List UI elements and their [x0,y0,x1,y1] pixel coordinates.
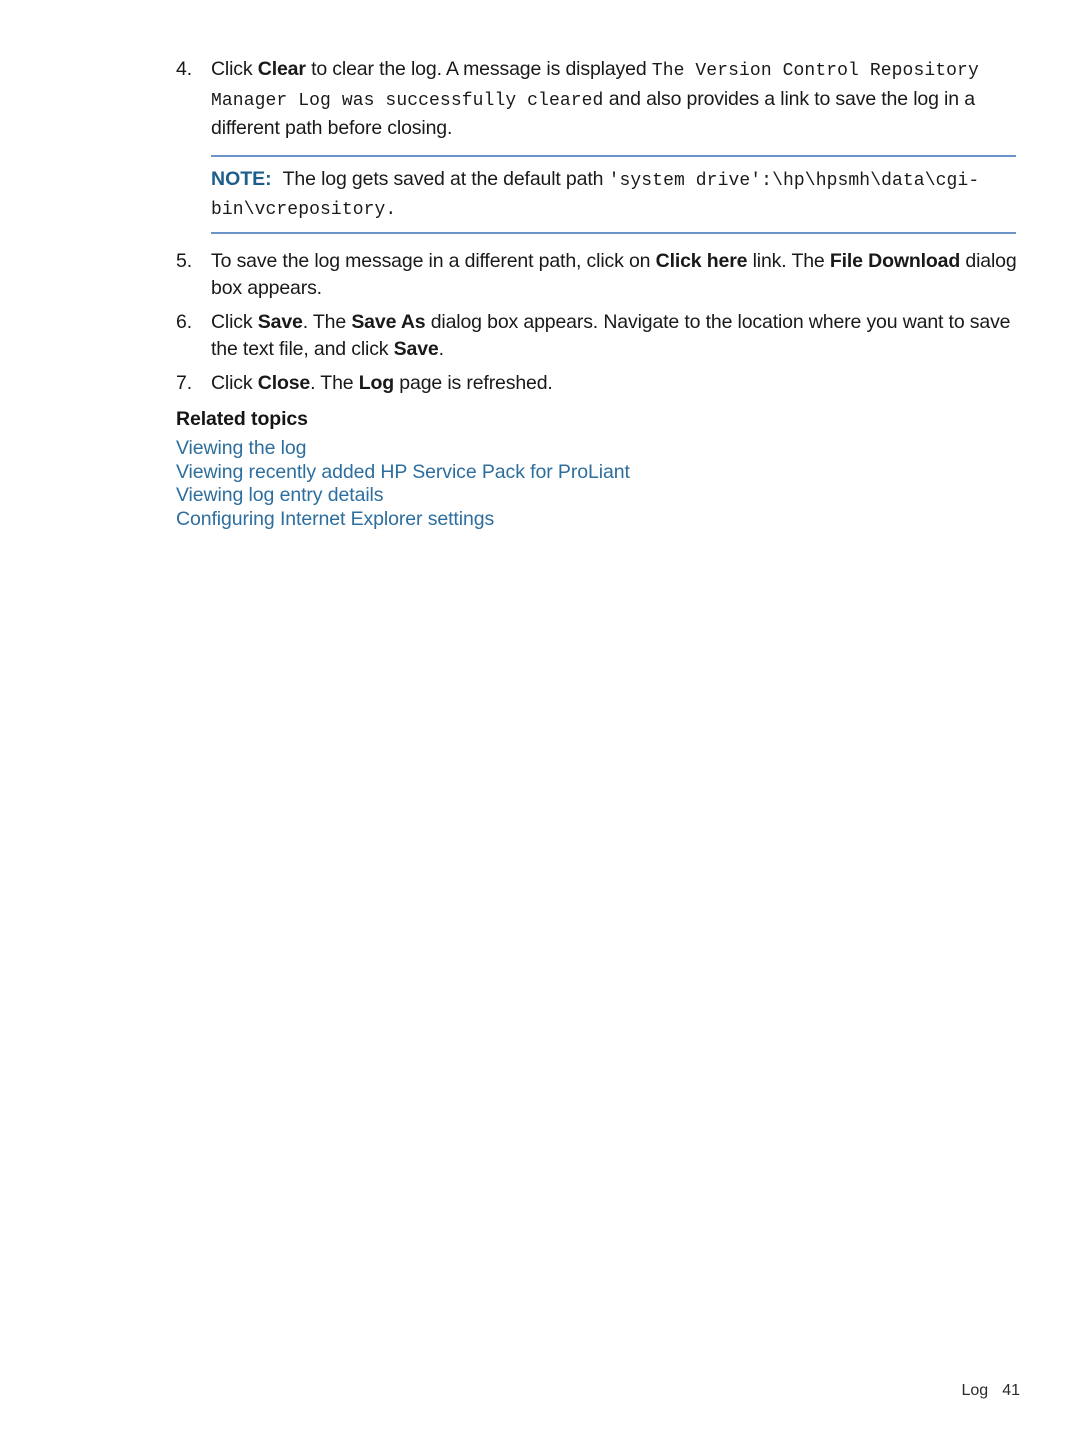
step-text: Click Close. The Log page is refreshed. [211,370,1021,398]
related-topics-list: Viewing the log Viewing recently added H… [176,437,1021,531]
plain-text: page is refreshed. [394,371,553,394]
plain-text: Click [211,58,258,80]
plain-text: Click [211,371,258,394]
page-footer: Log 41 [0,1382,1021,1400]
plain-text: . The [310,371,359,394]
related-topics-heading: Related topics [176,408,308,430]
plain-text: . [438,338,444,360]
emphasis-text: File Download [829,249,961,272]
emphasis-text: Save [257,310,303,333]
related-topic-link[interactable]: Viewing the log [176,437,1021,461]
related-topic-link[interactable]: Configuring Internet Explorer settings [176,508,1021,532]
step-number: 7. [176,371,192,394]
step-item: 6. Click Save. The Save As dialog box ap… [176,309,1021,364]
note-admonition: NOTE: The log gets saved at the default p… [211,154,1016,234]
emphasis-text: Log [358,371,395,394]
related-topic-link[interactable]: Viewing log entry details [176,484,1021,508]
plain-text: . The [302,310,352,333]
step-text: Click Save. The Save As dialog box appea… [211,309,1021,364]
step-number: 6. [176,310,192,333]
step-item: 5. To save the log message in a differen… [176,248,1021,303]
emphasis-text: Close [257,371,311,394]
page-content: 4. Click Clear to clear the log. A messa… [176,56,1021,531]
footer-chapter-label: Log [961,1382,989,1399]
related-topic-link[interactable]: Viewing recently added HP Service Pack f… [176,461,1021,485]
plain-text: link. The [747,249,830,272]
document-page: 4. Click Clear to clear the log. A messa… [0,0,1080,1438]
plain-text: To save the log message in a different p… [211,249,656,272]
step-number: 5. [176,249,192,272]
note-text: The log gets saved at the default path [282,167,609,190]
footer-page-number: 41 [1002,1382,1020,1399]
plain-text: to clear the log. A message is displayed [305,58,652,80]
note-label: NOTE: [211,167,272,190]
emphasis-text: Save [393,338,439,360]
emphasis-text: Save As [351,310,426,333]
step-item: 4. Click Clear to clear the log. A messa… [176,56,1021,143]
step-text: To save the log message in a different p… [211,248,1021,303]
step-text: Click Clear to clear the log. A message … [211,56,1021,143]
note-first-line: NOTE: The log gets saved at the default p… [211,166,1016,225]
emphasis-text: Click here [655,249,748,272]
emphasis-text: Clear [257,58,306,80]
step-number: 4. [176,58,192,80]
plain-text: Click [211,310,258,333]
step-item: 7. Click Close. The Log page is refreshe… [176,370,1021,398]
